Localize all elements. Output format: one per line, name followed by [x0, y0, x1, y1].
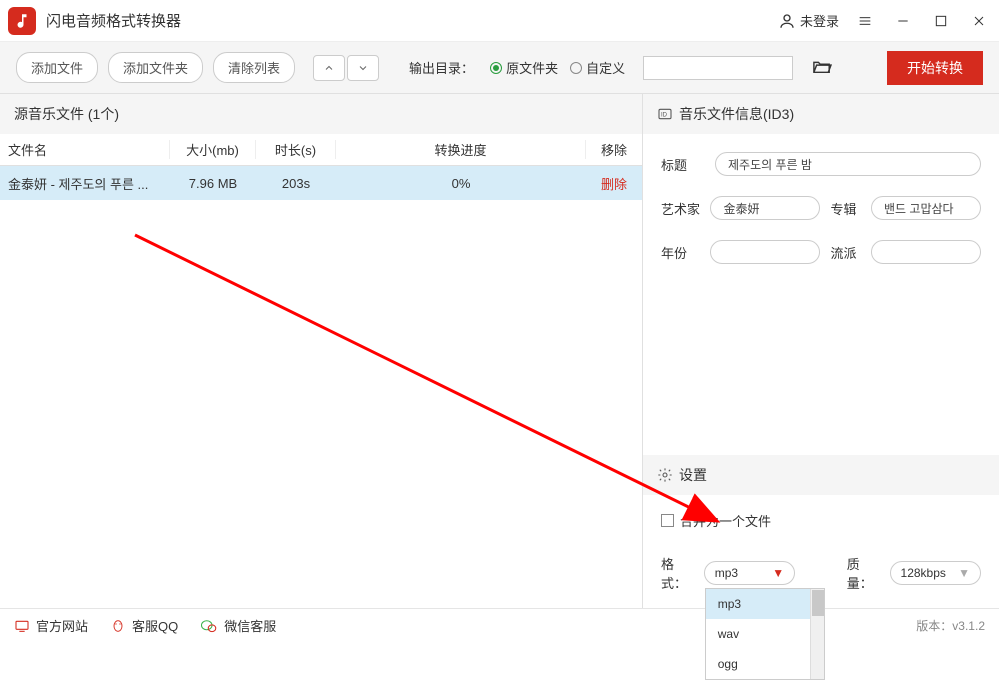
table-row[interactable]: 金泰妍 - 제주도의 푸른 ... 7.96 MB 203s 0% 删除 [0, 166, 642, 200]
output-dir-input[interactable] [643, 56, 793, 80]
radio-unchecked-icon [570, 62, 582, 74]
wechat-icon [200, 618, 218, 634]
clear-list-button[interactable]: 清除列表 [213, 52, 295, 83]
caret-down-icon: ▼ [772, 566, 784, 580]
format-dropdown[interactable]: mp3 ▼ mp3 wav ogg [704, 561, 795, 585]
monitor-icon [14, 619, 30, 633]
radio-checked-icon [490, 62, 502, 74]
qq-support-link[interactable]: 客服QQ [110, 616, 178, 635]
cell-duration: 203s [256, 176, 336, 191]
official-site-label: 官方网站 [36, 616, 88, 635]
id3-year-input[interactable] [710, 240, 820, 264]
user-login-button[interactable]: 未登录 [778, 11, 839, 30]
format-option-ogg[interactable]: ogg [706, 649, 824, 679]
merge-checkbox[interactable]: 合并为一个文件 [661, 511, 981, 530]
format-option-mp3[interactable]: mp3 [706, 589, 824, 619]
start-convert-button[interactable]: 开始转换 [887, 51, 983, 85]
caret-down-icon: ▼ [958, 566, 970, 580]
radio-original-folder[interactable]: 原文件夹 [490, 58, 558, 77]
output-dir-label: 输出目录： [409, 58, 474, 77]
files-table: 文件名 大小(mb) 时长(s) 转换进度 移除 金泰妍 - 제주도의 푸른 .… [0, 134, 642, 200]
delete-row-button[interactable]: 删除 [601, 177, 627, 192]
col-header-remove: 移除 [586, 140, 642, 159]
minimize-button[interactable] [891, 9, 915, 33]
svg-text:ID: ID [661, 113, 668, 119]
source-files-header: 源音乐文件 (1个) [0, 94, 642, 134]
app-title: 闪电音频格式转换器 [46, 10, 181, 31]
id3-year-label: 年份 [661, 243, 700, 262]
add-file-button[interactable]: 添加文件 [16, 52, 98, 83]
radio-custom-folder[interactable]: 自定义 [570, 58, 625, 77]
id3-genre-label: 流派 [830, 243, 861, 262]
quality-dropdown[interactable]: 128kbps ▼ [890, 561, 981, 585]
user-icon [778, 12, 796, 30]
settings-section-header: 设置 [643, 455, 999, 495]
footer: 官方网站 客服QQ 微信客服 版本：v3.1.2 [0, 608, 999, 642]
user-status-label: 未登录 [800, 11, 839, 30]
official-site-link[interactable]: 官方网站 [14, 616, 88, 635]
maximize-button[interactable] [929, 9, 953, 33]
checkbox-unchecked-icon [661, 514, 674, 527]
col-header-name: 文件名 [0, 140, 170, 159]
id3-artist-label: 艺术家 [661, 199, 700, 218]
quality-selected-value: 128kbps [901, 566, 946, 580]
move-down-button[interactable] [347, 55, 379, 81]
id3-section-header: ID 音乐文件信息(ID3) [643, 94, 999, 134]
format-dropdown-menu: mp3 wav ogg [705, 588, 825, 680]
cell-progress: 0% [336, 176, 586, 191]
browse-folder-button[interactable] [811, 57, 833, 78]
move-up-button[interactable] [313, 55, 345, 81]
settings-body: 合并为一个文件 格式： mp3 ▼ mp3 wav ogg 质量： [643, 495, 999, 608]
id3-title-input[interactable] [715, 152, 981, 176]
col-header-size: 大小(mb) [170, 140, 256, 159]
col-header-duration: 时长(s) [256, 140, 336, 159]
cell-size: 7.96 MB [170, 176, 256, 191]
quality-label: 质量： [847, 554, 882, 592]
chevron-up-icon [323, 62, 335, 74]
add-folder-button[interactable]: 添加文件夹 [108, 52, 203, 83]
format-selected-value: mp3 [715, 566, 738, 580]
menu-button[interactable] [853, 9, 877, 33]
id3-form: 标题 艺术家 专辑 年份 流派 [643, 134, 999, 282]
cell-filename: 金泰妍 - 제주도의 푸른 ... [0, 174, 170, 193]
radio-custom-label: 自定义 [586, 58, 625, 77]
app-logo-icon [8, 7, 36, 35]
qq-support-label: 客服QQ [132, 616, 178, 635]
right-pane: ID 音乐文件信息(ID3) 标题 艺术家 专辑 年份 流派 [643, 94, 999, 608]
merge-label: 合并为一个文件 [680, 511, 771, 530]
titlebar: 闪电音频格式转换器 未登录 [0, 0, 999, 42]
id3-section-title: 音乐文件信息(ID3) [679, 104, 794, 124]
qq-penguin-icon [110, 618, 126, 634]
radio-original-label: 原文件夹 [506, 58, 558, 77]
gear-icon [657, 467, 673, 483]
id-badge-icon: ID [657, 106, 673, 122]
source-files-pane: 源音乐文件 (1个) 文件名 大小(mb) 时长(s) 转换进度 移除 金泰妍 … [0, 94, 643, 608]
version-label: 版本：v3.1.2 [916, 617, 985, 634]
id3-artist-input[interactable] [710, 196, 820, 220]
id3-title-label: 标题 [661, 155, 705, 174]
close-button[interactable] [967, 9, 991, 33]
wechat-support-link[interactable]: 微信客服 [200, 616, 276, 635]
id3-album-input[interactable] [871, 196, 981, 220]
dropdown-scrollbar[interactable] [810, 589, 824, 679]
format-label: 格式： [661, 554, 696, 592]
table-header-row: 文件名 大小(mb) 时长(s) 转换进度 移除 [0, 134, 642, 166]
chevron-down-icon [357, 62, 369, 74]
id3-album-label: 专辑 [830, 199, 861, 218]
toolbar: 添加文件 添加文件夹 清除列表 输出目录： 原文件夹 自定义 开始转换 [0, 42, 999, 94]
col-header-progress: 转换进度 [336, 140, 586, 159]
folder-open-icon [811, 57, 833, 75]
id3-genre-input[interactable] [871, 240, 981, 264]
wechat-support-label: 微信客服 [224, 616, 276, 635]
settings-section-title: 设置 [679, 465, 707, 485]
format-option-wav[interactable]: wav [706, 619, 824, 649]
